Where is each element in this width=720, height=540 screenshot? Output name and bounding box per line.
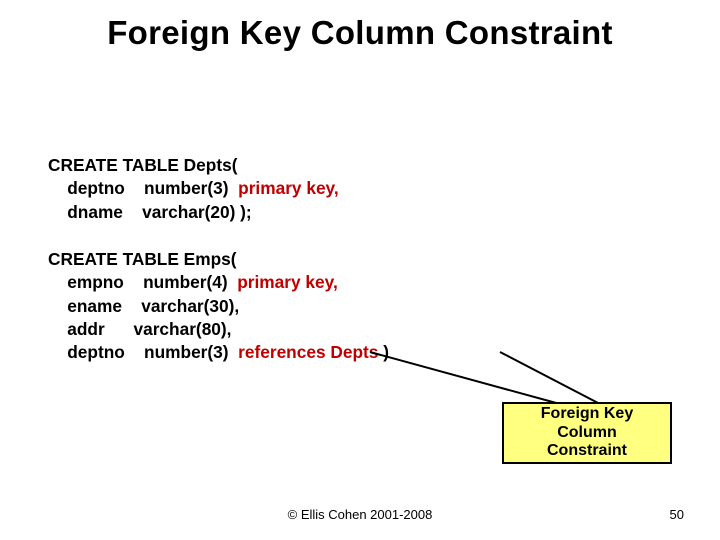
code-emps: CREATE TABLE Emps( empno number(4) prima… [48,248,389,365]
col-type: varchar(30), [141,296,239,316]
callout-box: Foreign Key Column Constraint [502,402,672,464]
slide: { "title": "Foreign Key Column Constrain… [0,0,720,540]
code-line: CREATE TABLE Depts( [48,155,237,175]
col-type: number(4) [143,272,228,292]
col-name: dname [67,202,123,222]
constraint-text: primary key, [238,178,339,198]
col-name: ename [67,296,122,316]
slide-number: 50 [670,507,684,522]
footer-copyright: © Ellis Cohen 2001-2008 [0,507,720,522]
slide-title: Foreign Key Column Constraint [0,14,720,52]
col-type: number(3) [144,178,229,198]
constraint-text-fk: references Depts [238,342,378,362]
code-depts: CREATE TABLE Depts( deptno number(3) pri… [48,154,339,224]
col-type: varchar(80), [133,319,231,339]
callout-label: Foreign Key Column Constraint [541,405,633,462]
col-type: number(3) [144,342,229,362]
constraint-text: primary key, [237,272,338,292]
col-name: empno [67,272,124,292]
code-text: ) [378,342,389,362]
code-line: CREATE TABLE Emps( [48,249,237,269]
col-name: addr [67,319,104,339]
col-type: varchar(20) ); [142,202,252,222]
col-name: deptno [67,178,125,198]
col-name: deptno [67,342,125,362]
